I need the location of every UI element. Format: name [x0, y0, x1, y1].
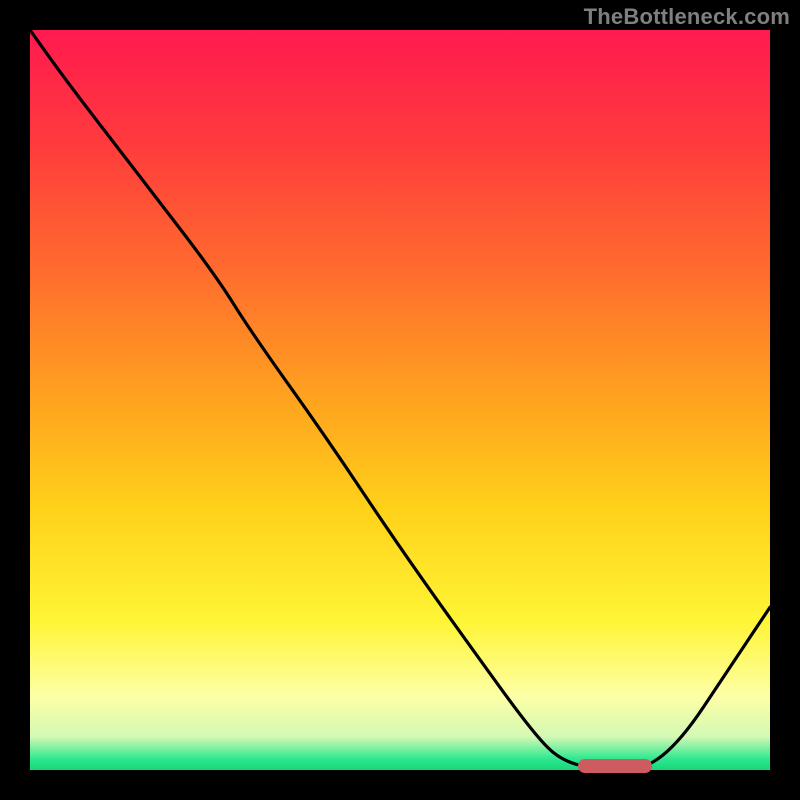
attribution-label: TheBottleneck.com — [584, 4, 790, 30]
bottleneck-curve — [30, 30, 770, 770]
chart-frame: TheBottleneck.com — [0, 0, 800, 800]
plot-area — [30, 30, 770, 770]
optimal-range-marker — [578, 759, 652, 773]
